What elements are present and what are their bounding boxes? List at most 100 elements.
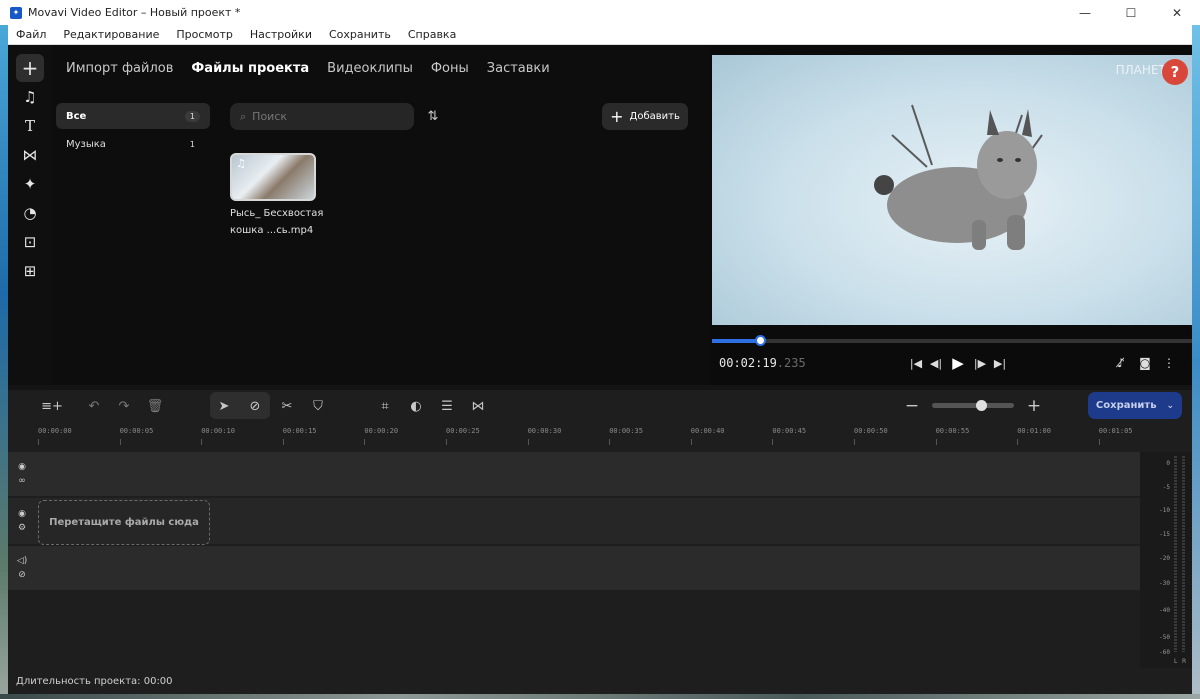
menu-edit[interactable]: Редактирование <box>63 28 159 41</box>
timeline-empty-area[interactable] <box>8 592 1140 668</box>
timecode: 00:02:19.235 <box>719 356 806 370</box>
sort-icon[interactable]: ⇅ <box>422 105 444 127</box>
transitions-icon[interactable]: ⋈ <box>16 141 44 169</box>
music-icon[interactable]: ♫ <box>16 83 44 111</box>
cursor-icon[interactable]: ➤ <box>212 394 236 418</box>
track-controls: ◉ ⚙ <box>8 498 36 544</box>
meter-scale-label: -30 <box>1159 580 1170 587</box>
close-icon[interactable]: ✕ <box>1154 0 1200 25</box>
zoom-in-icon[interactable]: + <box>1022 394 1046 418</box>
playhead-knob[interactable] <box>755 335 766 346</box>
track-settings-icon[interactable]: ⚙ <box>18 523 26 533</box>
scissors-icon[interactable]: ✂ <box>275 394 299 418</box>
undo-icon[interactable]: ↶ <box>82 394 106 418</box>
unlink-icon[interactable]: ⊘ <box>18 570 26 580</box>
zoom-slider-knob[interactable] <box>976 400 988 411</box>
meter-channel-left: L <box>1174 658 1178 665</box>
tab-intros[interactable]: Заставки <box>487 61 550 76</box>
menu-view[interactable]: Просмотр <box>176 28 232 41</box>
audio-level-meter: L R 0 -5 -10 -15 -20 -30 -40 -50 -60 <box>1140 452 1192 668</box>
stickers-icon[interactable]: ◔ <box>16 199 44 227</box>
search-input[interactable] <box>252 110 393 123</box>
volume-icon[interactable]: ◁) <box>17 556 27 566</box>
desktop-taskbar-edge <box>0 694 1200 699</box>
zoom-slider[interactable] <box>932 400 1014 411</box>
store-bag-icon[interactable]: ⊡ <box>16 228 44 256</box>
meter-channel-right: R <box>1182 658 1187 665</box>
tab-videoclips[interactable]: Видеоклипы <box>327 61 413 76</box>
lynx-image <box>874 104 1043 250</box>
ruler-tick: 00:00:50 <box>854 427 888 445</box>
audio-track[interactable]: ◁) ⊘ <box>8 546 1140 590</box>
add-button[interactable]: + Добавить <box>602 103 688 130</box>
drop-zone[interactable]: Перетащите файлы сюда <box>38 500 210 545</box>
eye-icon[interactable]: ◉ <box>18 509 26 519</box>
search-box: ⌕ <box>230 103 414 130</box>
meter-bar-right <box>1182 456 1185 652</box>
playback-progress[interactable] <box>712 335 1192 346</box>
meter-scale-label: -50 <box>1159 634 1170 641</box>
menu-save[interactable]: Сохранить <box>329 28 391 41</box>
menu-bar: Файл Редактирование Просмотр Настройки С… <box>8 25 1192 45</box>
snapshot-camera-icon[interactable]: ◙ <box>1134 353 1156 373</box>
tab-backgrounds[interactable]: Фоны <box>431 61 469 76</box>
timeline-ruler[interactable]: 00:00:00 00:00:05 00:00:10 00:00:15 00:00:20… <box>8 422 1140 450</box>
titles-icon[interactable]: T <box>16 112 44 140</box>
category-all-label: Все <box>66 110 87 122</box>
media-thumbnail[interactable]: ♫ <box>230 153 316 201</box>
add-track-icon[interactable]: ≡+ <box>40 394 64 418</box>
chevron-down-icon: ⌄ <box>1166 400 1175 411</box>
maximize-icon[interactable]: ☐ <box>1108 0 1154 25</box>
play-icon[interactable]: ▶ <box>946 353 970 373</box>
shield-icon[interactable]: ⛉ <box>306 394 330 418</box>
skip-end-icon[interactable]: ▶| <box>990 353 1010 373</box>
link-icon[interactable]: ∞ <box>18 476 26 486</box>
ruler-tick: 00:00:00 <box>38 427 72 445</box>
category-music[interactable]: Музыка 1 <box>56 131 210 157</box>
add-button-label: Добавить <box>629 111 680 122</box>
save-button[interactable]: Сохранить ⌄ <box>1088 392 1182 419</box>
menu-help[interactable]: Справка <box>408 28 456 41</box>
prev-frame-icon[interactable]: ◀| <box>926 353 946 373</box>
redo-icon[interactable]: ↷ <box>112 394 136 418</box>
minimize-icon[interactable]: — <box>1062 0 1108 25</box>
menu-settings[interactable]: Настройки <box>250 28 312 41</box>
import-plus-icon[interactable]: + <box>16 54 44 82</box>
meter-scale-label: -15 <box>1159 531 1170 538</box>
category-music-count: 1 <box>189 139 195 149</box>
magic-wand-icon[interactable]: ✦ <box>16 170 44 198</box>
meter-scale-label: -40 <box>1159 607 1170 614</box>
color-adjust-icon[interactable]: ◐ <box>404 394 428 418</box>
tab-import[interactable]: Импорт файлов <box>66 61 173 76</box>
preview-panel: ПЛАНЕТА ? 00:02:19.235 |◀ ◀| ▶ |▶ ▶| ♪̸ … <box>710 45 1192 385</box>
tab-project-files[interactable]: Файлы проекта <box>191 61 309 76</box>
ai-erase-icon[interactable]: ⊘ <box>243 394 267 418</box>
skip-start-icon[interactable]: |◀ <box>906 353 926 373</box>
app-logo-icon: ✦ <box>10 6 22 19</box>
crop-icon[interactable]: ⌗ <box>373 394 397 418</box>
ruler-tick: 00:00:05 <box>119 427 154 445</box>
video-track-main[interactable]: ◉ ⚙ Перетащите файлы сюда <box>8 498 1140 545</box>
video-frame[interactable]: ПЛАНЕТА ? <box>712 55 1192 325</box>
zoom-out-icon[interactable]: − <box>900 394 924 418</box>
ruler-tick: 00:00:45 <box>772 427 807 445</box>
window-controls: — ☐ ✕ <box>1062 0 1200 25</box>
filters-sliders-icon[interactable]: ☰ <box>435 394 459 418</box>
delete-icon[interactable]: 🗑 <box>143 394 167 418</box>
help-icon[interactable]: ? <box>1162 59 1188 85</box>
more-options-icon[interactable]: ⋮ <box>1158 353 1180 373</box>
eye-icon[interactable]: ◉ <box>18 462 26 472</box>
meter-scale-label: -10 <box>1159 507 1170 514</box>
next-frame-icon[interactable]: |▶ <box>970 353 990 373</box>
menu-file[interactable]: Файл <box>16 28 46 41</box>
plus-icon: + <box>610 107 624 126</box>
timecode-ms: .235 <box>776 356 806 370</box>
video-track-1[interactable]: ◉ ∞ <box>8 452 1140 496</box>
media-tabs: Импорт файлов Файлы проекта Видеоклипы Ф… <box>66 61 568 76</box>
category-all[interactable]: Все 1 <box>56 103 210 129</box>
transition-tool-icon[interactable]: ⋈ <box>466 394 490 418</box>
more-tools-icon[interactable]: ⊞ <box>16 257 44 285</box>
ruler-tick: 00:01:05 <box>1098 427 1133 445</box>
preview-tools: ♪̸ ◙ ⋮ <box>1108 353 1180 373</box>
mute-icon[interactable]: ♪̸ <box>1110 353 1132 373</box>
